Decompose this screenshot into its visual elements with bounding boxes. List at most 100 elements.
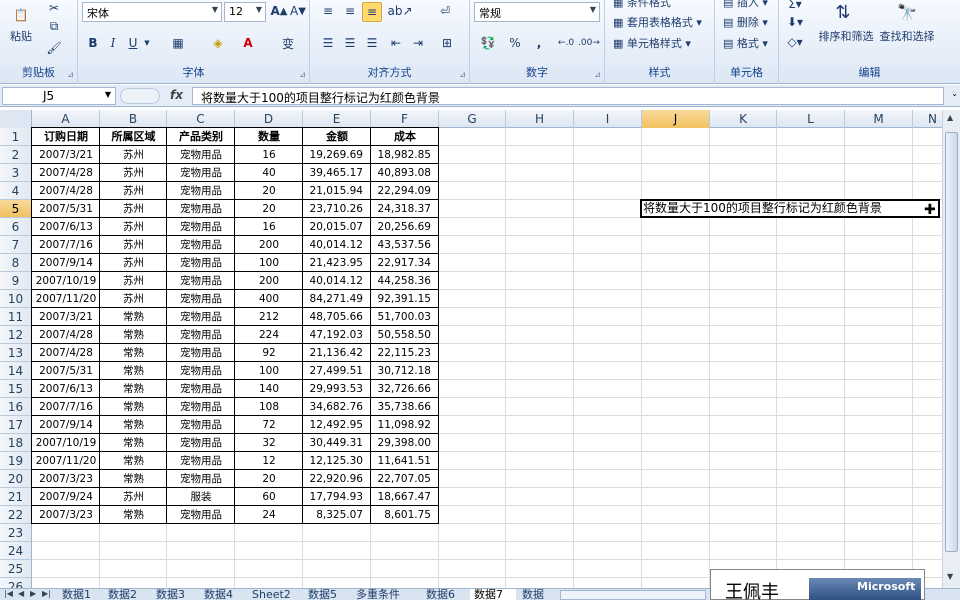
- row-header-12[interactable]: 12: [0, 326, 32, 344]
- table-cell[interactable]: 20: [235, 182, 303, 200]
- table-cell[interactable]: 212: [235, 308, 303, 326]
- table-cell[interactable]: 24: [235, 506, 303, 524]
- formula-input[interactable]: 将数量大于100的项目整行标记为红颜色背景: [192, 87, 944, 105]
- table-cell[interactable]: 60: [235, 488, 303, 506]
- table-cell[interactable]: 48,705.66: [303, 308, 371, 326]
- table-cell[interactable]: 2007/11/20: [32, 290, 100, 308]
- row-header-16[interactable]: 16: [0, 398, 32, 416]
- table-cell[interactable]: 17,794.93: [303, 488, 371, 506]
- table-cell[interactable]: 2007/4/28: [32, 164, 100, 182]
- row-header-9[interactable]: 9: [0, 272, 32, 290]
- table-cell[interactable]: 16: [235, 146, 303, 164]
- table-cell[interactable]: 苏州: [100, 200, 167, 218]
- number-dialog-launcher-icon[interactable]: ⊿: [594, 70, 601, 79]
- table-header-cell[interactable]: 所属区域: [100, 128, 167, 146]
- table-cell[interactable]: 32,726.66: [371, 380, 439, 398]
- sheet-tab[interactable]: 数据1: [58, 589, 102, 600]
- paste-label[interactable]: 粘贴: [4, 28, 38, 44]
- column-header-l[interactable]: L: [777, 110, 845, 128]
- table-cell[interactable]: 常熟: [100, 326, 167, 344]
- comma-button[interactable]: ,: [530, 34, 548, 52]
- table-cell[interactable]: 常熟: [100, 362, 167, 380]
- table-cell[interactable]: 40,893.08: [371, 164, 439, 182]
- align-middle-icon[interactable]: ≡: [340, 2, 360, 20]
- row-header-22[interactable]: 22: [0, 506, 32, 524]
- underline-button[interactable]: U: [124, 34, 142, 52]
- table-cell[interactable]: 11,641.51: [371, 452, 439, 470]
- table-cell[interactable]: 2007/7/16: [32, 398, 100, 416]
- sheet-tab[interactable]: 数据2: [104, 589, 150, 600]
- horizontal-scrollbar[interactable]: [560, 590, 706, 600]
- table-cell[interactable]: 服装: [167, 488, 235, 506]
- table-cell[interactable]: 常熟: [100, 416, 167, 434]
- scroll-down-icon[interactable]: ▼: [947, 572, 953, 581]
- row-header-18[interactable]: 18: [0, 434, 32, 452]
- row-header-26[interactable]: 26: [0, 578, 32, 588]
- align-top-icon[interactable]: ≡: [318, 2, 338, 20]
- table-cell[interactable]: 44,258.36: [371, 272, 439, 290]
- table-cell[interactable]: 2007/6/13: [32, 380, 100, 398]
- row-header-5[interactable]: 5: [0, 200, 32, 218]
- table-cell[interactable]: 20,015.07: [303, 218, 371, 236]
- table-cell[interactable]: 40: [235, 164, 303, 182]
- bold-button[interactable]: B: [84, 34, 102, 52]
- table-cell[interactable]: 22,917.34: [371, 254, 439, 272]
- align-left-icon[interactable]: ☰: [318, 34, 338, 52]
- percent-button[interactable]: %: [506, 34, 524, 52]
- row-header-21[interactable]: 21: [0, 488, 32, 506]
- table-cell[interactable]: 12: [235, 452, 303, 470]
- column-header-f[interactable]: F: [371, 110, 439, 128]
- table-cell[interactable]: 苏州: [100, 236, 167, 254]
- table-cell[interactable]: 2007/10/19: [32, 434, 100, 452]
- table-cell[interactable]: 宠物用品: [167, 506, 235, 524]
- table-cell[interactable]: 32: [235, 434, 303, 452]
- table-cell[interactable]: 50,558.50: [371, 326, 439, 344]
- table-cell[interactable]: 2007/3/23: [32, 506, 100, 524]
- table-cell[interactable]: 宠物用品: [167, 182, 235, 200]
- sheet-tab[interactable]: 数据6: [422, 589, 468, 600]
- table-cell[interactable]: 20: [235, 470, 303, 488]
- row-header-13[interactable]: 13: [0, 344, 32, 362]
- merge-center-icon[interactable]: ⊞: [436, 34, 458, 52]
- table-cell[interactable]: 苏州: [100, 218, 167, 236]
- table-cell[interactable]: 100: [235, 362, 303, 380]
- table-cell[interactable]: 2007/3/21: [32, 146, 100, 164]
- table-cell[interactable]: 108: [235, 398, 303, 416]
- table-cell[interactable]: 宠物用品: [167, 254, 235, 272]
- column-header-j[interactable]: J: [642, 110, 710, 128]
- row-header-7[interactable]: 7: [0, 236, 32, 254]
- table-cell[interactable]: 2007/4/28: [32, 326, 100, 344]
- row-header-20[interactable]: 20: [0, 470, 32, 488]
- table-cell[interactable]: 苏州: [100, 146, 167, 164]
- cut-icon[interactable]: ✂: [44, 0, 64, 16]
- row-header-3[interactable]: 3: [0, 164, 32, 182]
- cell-style-button[interactable]: ▦ 单元格样式 ▾: [613, 35, 691, 51]
- table-cell[interactable]: 40,014.12: [303, 272, 371, 290]
- table-format-button[interactable]: ▦ 套用表格格式 ▾: [613, 14, 702, 30]
- table-cell[interactable]: 常熟: [100, 506, 167, 524]
- table-cell[interactable]: 宠物用品: [167, 416, 235, 434]
- table-cell[interactable]: 2007/7/16: [32, 236, 100, 254]
- table-cell[interactable]: 22,115.23: [371, 344, 439, 362]
- table-cell[interactable]: 43,537.56: [371, 236, 439, 254]
- insert-button[interactable]: ▤ 插入 ▾: [723, 0, 768, 10]
- scroll-thumb[interactable]: [945, 132, 958, 552]
- table-cell[interactable]: 苏州: [100, 290, 167, 308]
- orientation-icon[interactable]: ab↗: [387, 2, 412, 20]
- clipboard-dialog-launcher-icon[interactable]: ⊿: [67, 70, 74, 79]
- table-cell[interactable]: 常熟: [100, 452, 167, 470]
- autosum-icon[interactable]: Σ▾: [785, 0, 805, 12]
- table-cell[interactable]: 2007/4/28: [32, 182, 100, 200]
- table-cell[interactable]: 35,738.66: [371, 398, 439, 416]
- alignment-dialog-launcher-icon[interactable]: ⊿: [459, 70, 466, 79]
- sheet-tab[interactable]: 数据8: [518, 589, 552, 600]
- table-cell[interactable]: 苏州: [100, 164, 167, 182]
- table-cell[interactable]: 140: [235, 380, 303, 398]
- italic-button[interactable]: I: [104, 34, 122, 52]
- table-cell[interactable]: 47,192.03: [303, 326, 371, 344]
- wrap-text-icon[interactable]: ⏎: [434, 2, 456, 20]
- row-header-25[interactable]: 25: [0, 560, 32, 578]
- table-cell[interactable]: 22,294.09: [371, 182, 439, 200]
- first-sheet-icon[interactable]: |◀: [4, 589, 13, 598]
- font-size-select[interactable]: 12 ▼: [224, 2, 266, 22]
